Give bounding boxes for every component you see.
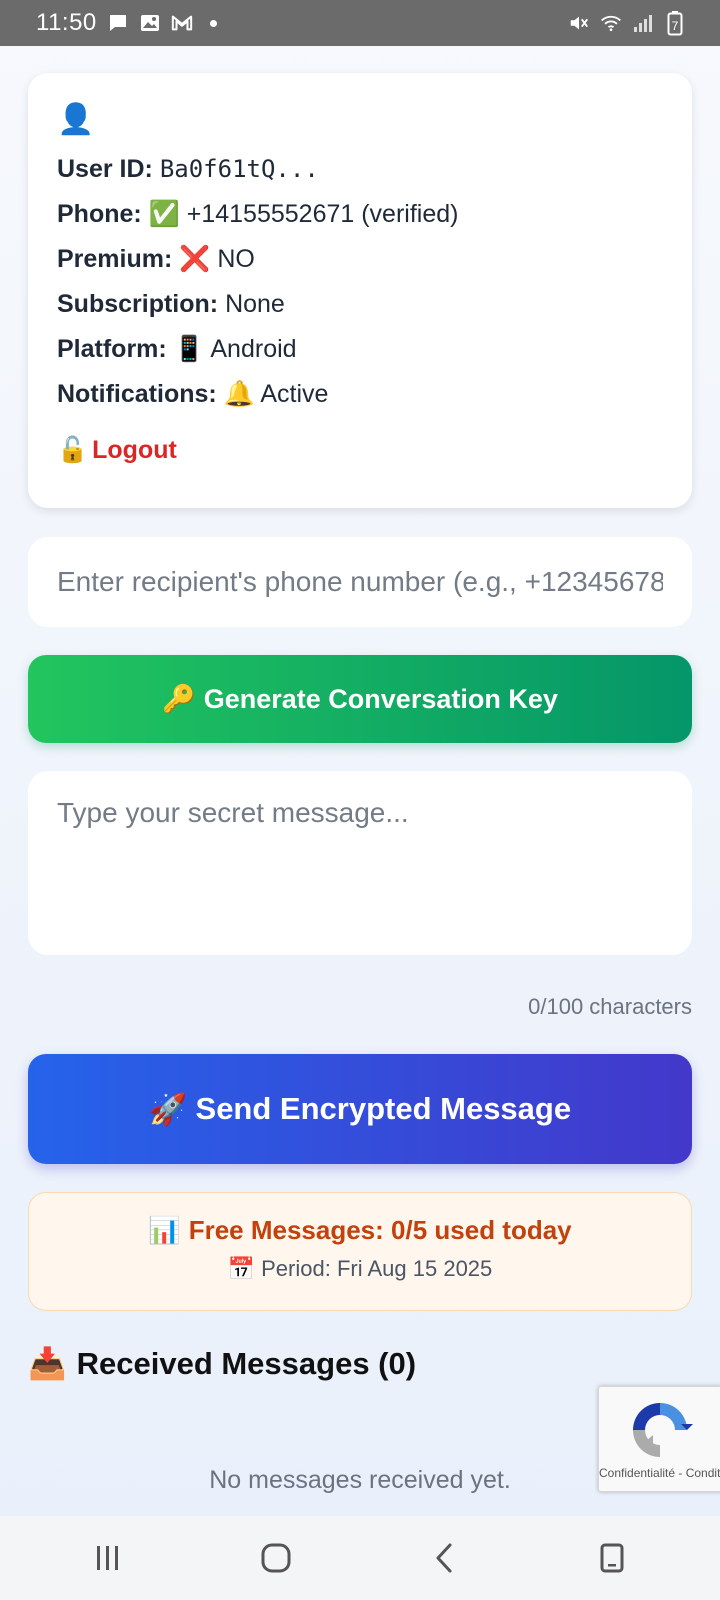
status-time: 11:50 xyxy=(36,9,97,36)
notifications-row: Notifications: 🔔 Active xyxy=(57,379,663,409)
received-messages-header: 📥 Received Messages (0) xyxy=(28,1345,416,1382)
user-id-row: User ID: Ba0f61tQ... xyxy=(57,154,663,184)
rotate-icon[interactable] xyxy=(572,1528,652,1588)
period-text: Period: Fri Aug 15 2025 xyxy=(261,1256,493,1281)
premium-value: ❌ NO xyxy=(179,245,255,273)
logout-link[interactable]: Logout xyxy=(92,436,177,465)
usage-text: Free Messages: 0/5 used today xyxy=(188,1215,572,1245)
subscription-value: None xyxy=(225,290,285,318)
subscription-row: Subscription: None xyxy=(57,289,663,319)
send-button-label: Send Encrypted Message xyxy=(195,1091,572,1126)
home-icon[interactable] xyxy=(236,1528,316,1588)
usage-line: 📊 Free Messages: 0/5 used today xyxy=(29,1215,691,1246)
subscription-label: Subscription: xyxy=(57,290,219,318)
user-id-label: User ID: xyxy=(57,155,153,183)
phone-value: ✅ +14155552671 (verified) xyxy=(148,200,459,228)
recaptcha-text[interactable]: Confidentialité - Conditions xyxy=(599,1467,720,1479)
dot-icon xyxy=(203,12,225,34)
gmail-icon xyxy=(171,12,193,34)
user-id-value: Ba0f61tQ... xyxy=(159,155,319,183)
premium-row: Premium: ❌ NO xyxy=(57,244,663,274)
unlock-icon: 🔓 xyxy=(57,436,89,464)
user-info-card: 👤 User ID: Ba0f61tQ... Phone: ✅ +1415555… xyxy=(28,73,692,508)
calendar-icon: 📅 xyxy=(227,1256,256,1281)
platform-row: Platform: 📱 Android xyxy=(57,334,663,364)
key-icon: 🔑 xyxy=(162,684,196,714)
premium-label: Premium: xyxy=(57,245,173,273)
usage-box: 📊 Free Messages: 0/5 used today 📅 Period… xyxy=(28,1192,692,1311)
back-icon[interactable] xyxy=(404,1528,484,1588)
battery-level: 7 xyxy=(672,19,679,33)
recipient-phone-input[interactable] xyxy=(28,537,692,627)
chart-icon: 📊 xyxy=(148,1215,181,1245)
chat-icon xyxy=(107,12,129,34)
mute-icon xyxy=(568,12,590,34)
recaptcha-icon xyxy=(633,1403,693,1457)
signal-icon xyxy=(632,12,654,34)
platform-value: 📱 Android xyxy=(173,335,297,363)
status-left: 11:50 xyxy=(36,9,225,37)
notifications-label: Notifications: xyxy=(57,380,217,408)
send-encrypted-message-button[interactable]: 🚀 Send Encrypted Message xyxy=(28,1054,692,1164)
period-line: 📅 Period: Fri Aug 15 2025 xyxy=(29,1256,691,1282)
secret-message-input[interactable] xyxy=(28,771,692,955)
generate-key-button[interactable]: 🔑 Generate Conversation Key xyxy=(28,655,692,743)
phone-label: Phone: xyxy=(57,200,142,228)
logout-row: 🔓 Logout xyxy=(57,436,663,465)
status-right: 7 xyxy=(568,11,686,36)
gallery-icon xyxy=(139,12,161,34)
received-messages-title: Received Messages (0) xyxy=(76,1345,417,1381)
status-bar: 11:50 7 xyxy=(0,0,720,46)
recents-icon[interactable] xyxy=(68,1528,148,1588)
battery-icon: 7 xyxy=(664,11,686,36)
inbox-icon: 📥 xyxy=(28,1346,67,1381)
notifications-value: 🔔 Active xyxy=(223,380,329,408)
user-icon: 👤 xyxy=(57,103,95,136)
generate-key-label: Generate Conversation Key xyxy=(203,683,558,714)
platform-label: Platform: xyxy=(57,335,167,363)
wifi-icon xyxy=(600,12,622,34)
phone-row: Phone: ✅ +14155552671 (verified) xyxy=(57,199,663,229)
rocket-icon: 🚀 xyxy=(148,1091,188,1127)
recaptcha-badge[interactable]: Confidentialité - Conditions xyxy=(598,1386,720,1492)
char-count: 0/100 characters xyxy=(528,994,692,1019)
navigation-bar xyxy=(0,1516,720,1600)
